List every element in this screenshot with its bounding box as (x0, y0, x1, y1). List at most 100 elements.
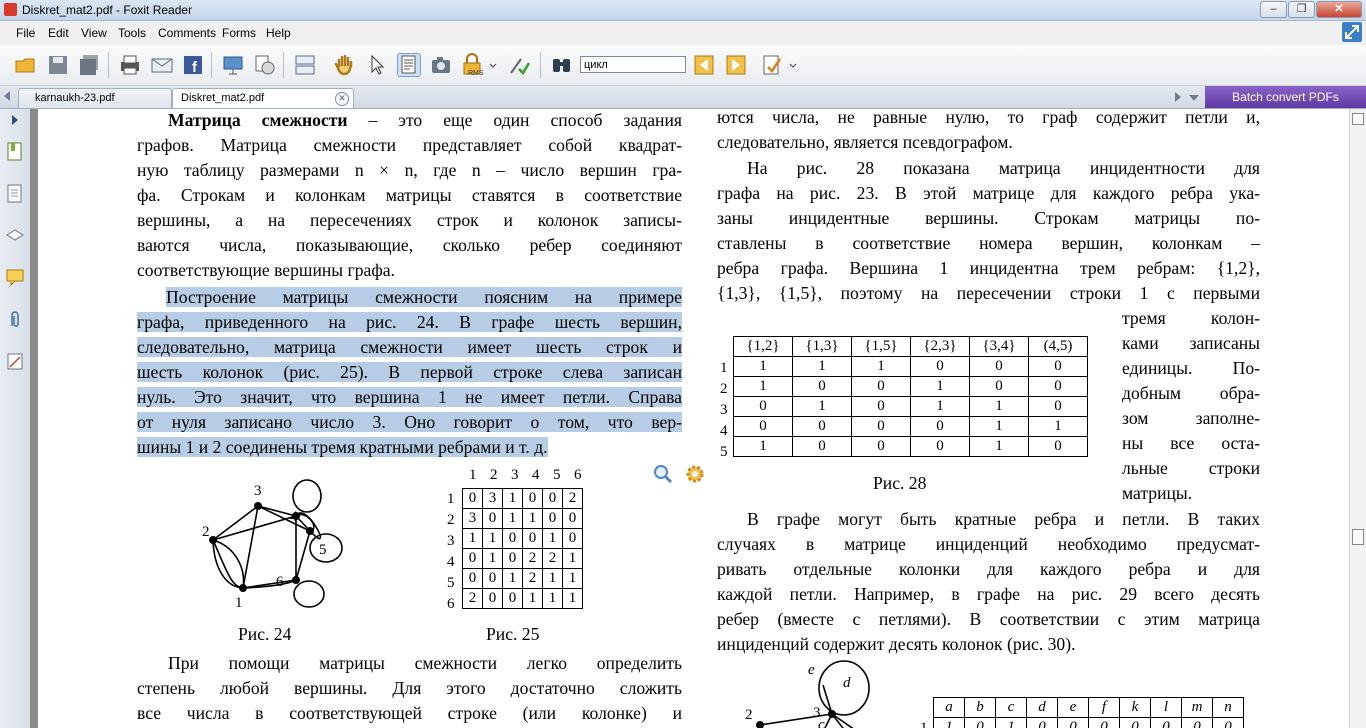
text-select-icon[interactable] (397, 53, 421, 77)
attachments-icon[interactable] (5, 309, 25, 329)
text-line: ную таблицу размерами n × n, где n – чис… (137, 160, 682, 180)
close-tab-icon[interactable]: ✕ (335, 92, 349, 106)
window-title: Diskret_mat2.pdf - Foxit Reader (22, 3, 193, 17)
text-line: вершины, а на пересечениях строк и колон… (137, 210, 682, 230)
save-all-icon[interactable] (78, 53, 102, 77)
matrix-cell: 1 (933, 717, 965, 728)
vertex-label: 3 (254, 483, 262, 499)
text-line: ривать отдельные колонки для каждого реб… (717, 559, 1260, 579)
tab-list-dropdown-icon[interactable] (1189, 95, 1199, 101)
term-adjacency-matrix: Матрица смежности (168, 110, 348, 130)
save-icon[interactable] (46, 53, 70, 77)
matrix-cell: 0 (733, 396, 793, 417)
table-row: 001211 (462, 568, 583, 589)
tab-label: Diskret_mat2.pdf (181, 92, 265, 104)
convert-icon[interactable] (253, 53, 277, 77)
snapshot-icon[interactable] (293, 53, 317, 77)
comments-icon[interactable] (5, 267, 25, 287)
matrix-cell: 1 (522, 588, 543, 609)
text-line: зом заполне- (1122, 408, 1260, 428)
matrix-cell: 0 (482, 508, 503, 529)
restore-button[interactable]: ❐ (1288, 1, 1315, 18)
matrix-cell: 1 (462, 528, 483, 549)
settings-gear-icon[interactable] (684, 463, 706, 485)
menu-file[interactable]: File (16, 26, 35, 40)
selected-text-line: шины 1 и 2 соединены тремя кратными ребр… (137, 437, 548, 457)
expand-panel-icon[interactable] (12, 115, 18, 125)
security-icon[interactable]: RMS (461, 53, 497, 77)
menu-help[interactable]: Help (266, 26, 291, 40)
fit-window-icon[interactable] (1342, 22, 1362, 42)
matrix-cell: 0 (969, 356, 1029, 377)
close-button[interactable]: ✕ (1316, 1, 1362, 18)
find-next-icon[interactable] (724, 53, 748, 77)
tab-scroll-right-icon[interactable] (1175, 92, 1181, 102)
menu-view[interactable]: View (81, 26, 107, 40)
vertex-label: 6 (276, 574, 284, 590)
sign-icon[interactable] (507, 53, 531, 77)
email-icon[interactable] (150, 53, 174, 77)
pdf-page[interactable]: Матрица смежности – это еще один способ … (38, 109, 1340, 728)
open-icon[interactable] (14, 53, 38, 77)
scroll-thumb[interactable] (1352, 529, 1364, 545)
tab-scroll-left-icon[interactable] (4, 91, 10, 101)
matrix-cell: 1 (542, 588, 563, 609)
vertex-label: 5 (319, 542, 327, 558)
matrix-cell: 0 (502, 528, 523, 549)
fig30-incidence-table: abcdefklmn1010000000 (933, 697, 1244, 728)
matrix-cell: 1 (851, 356, 911, 377)
scroll-up-button[interactable] (1352, 113, 1364, 125)
text-line: добным обра- (1122, 383, 1260, 403)
minimize-button[interactable]: – (1260, 1, 1287, 18)
vertex-label: 3 (813, 705, 821, 721)
column-header: b (964, 697, 996, 718)
vertex-label: 4 (290, 509, 298, 525)
facebook-icon[interactable]: f (181, 53, 205, 77)
layers-icon[interactable] (5, 225, 25, 245)
bookmarks-icon[interactable] (5, 141, 25, 161)
select-tool-icon[interactable] (365, 53, 389, 77)
signatures-icon[interactable] (5, 351, 25, 371)
batch-convert-button[interactable]: Batch convert PDFs (1205, 86, 1366, 108)
matrix-cell: 0 (462, 488, 483, 509)
table-row: 1010000000 (933, 717, 1244, 728)
presentation-icon[interactable] (221, 53, 245, 77)
menu-forms[interactable]: Forms (222, 26, 256, 40)
column-header: l (1150, 697, 1182, 718)
find-previous-icon[interactable] (692, 53, 716, 77)
binoculars-icon[interactable] (550, 53, 574, 77)
matrix-cell: 1 (910, 396, 970, 417)
text-line: матрицы. (1122, 483, 1193, 503)
paragraph-multi-edges: В графе могут быть кратные ребра и петли… (717, 507, 1260, 657)
camera-icon[interactable] (429, 53, 453, 77)
vertex-label: 2 (202, 524, 210, 540)
matrix-cell: 2 (522, 568, 543, 589)
graph-figure-29: e d c 2 3 (745, 660, 870, 728)
matrix-cell: 0 (482, 588, 503, 609)
highlight-dropdown-icon[interactable] (760, 53, 798, 77)
column-header: k (1119, 697, 1151, 718)
tab-diskret-mat2[interactable]: Diskret_mat2.pdf ✕ (172, 88, 354, 108)
tab-karnaukh[interactable]: karnaukh-23.pdf (18, 88, 172, 108)
search-selection-icon[interactable] (652, 463, 674, 485)
menu-tools[interactable]: Tools (118, 26, 146, 40)
print-icon[interactable] (118, 53, 142, 77)
menu-edit[interactable]: Edit (48, 26, 69, 40)
menu-comments[interactable]: Comments (158, 26, 216, 40)
pages-icon[interactable] (5, 183, 25, 203)
table-row: 010110 (733, 396, 1088, 417)
matrix-cell: 0 (562, 508, 583, 529)
hand-tool-icon[interactable] (333, 53, 357, 77)
col-header: 2 (490, 467, 498, 483)
row-header: 2 (447, 512, 455, 528)
table-row: 031002 (462, 488, 583, 509)
matrix-cell: 1 (910, 376, 970, 397)
vertical-scrollbar[interactable] (1349, 109, 1366, 728)
matrix-cell: 1 (792, 396, 852, 417)
paragraph-selected-construction[interactable]: Построение матрицы смежности поясним на … (137, 285, 682, 460)
matrix-cell: 0 (522, 528, 543, 549)
find-input[interactable]: цикл (580, 56, 686, 73)
fig24-caption: Рис. 24 (238, 624, 292, 644)
text-line: степень любой вершины. Для этого достато… (137, 678, 682, 698)
document-margin (30, 109, 38, 728)
